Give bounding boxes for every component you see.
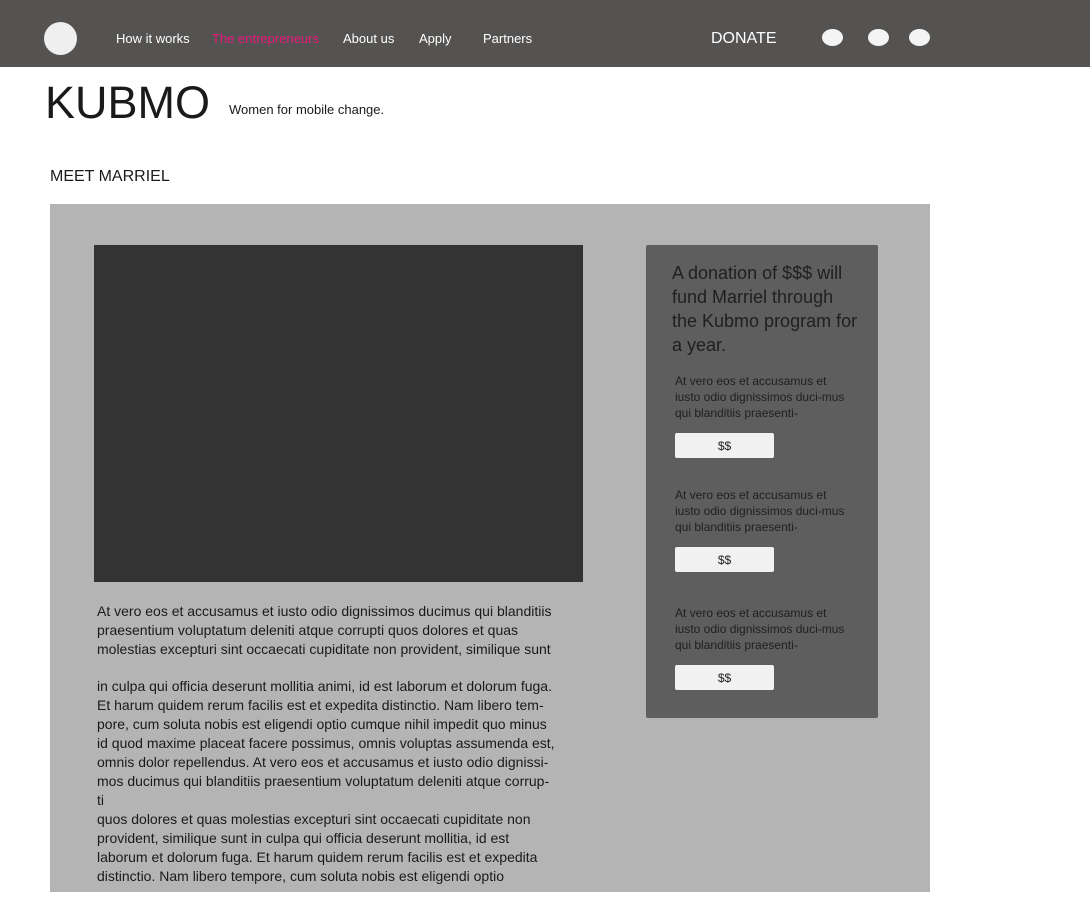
video-placeholder[interactable] [94, 245, 583, 582]
story-text: At vero eos et accusamus et iusto odio d… [97, 602, 597, 904]
social-icon-2[interactable] [868, 29, 889, 46]
donate-button[interactable]: DONATE [711, 30, 776, 48]
nav-partners[interactable]: Partners [483, 31, 532, 46]
donation-tier-button[interactable]: $$ [675, 433, 774, 458]
donation-heading: A donation of $$$ will fund Marriel thro… [672, 263, 858, 355]
story-paragraph: in culpa qui officia deserunt mollitia a… [97, 678, 555, 884]
section-title: MEET MARRIEL [50, 168, 170, 185]
nav-about-us[interactable]: About us [343, 31, 394, 46]
donation-tier-button[interactable]: $$ [675, 547, 774, 572]
top-navigation-bar: How it works The entrepreneurs About us … [0, 0, 1090, 67]
brand-tagline: Women for mobile change. [229, 102, 385, 117]
donation-box: A donation of $$$ will fund Marriel thro… [646, 245, 878, 718]
donation-tier-text: At vero eos et accusamus et iusto odio d… [675, 488, 845, 534]
nav-the-entrepreneurs[interactable]: The entrepreneurs [212, 31, 319, 46]
nav-how-it-works[interactable]: How it works [116, 31, 190, 46]
nav-apply[interactable]: Apply [419, 31, 452, 46]
profile-panel: At vero eos et accusamus et iusto odio d… [50, 204, 930, 892]
social-icon-1[interactable] [822, 29, 843, 46]
donation-tier-button[interactable]: $$ [675, 665, 774, 690]
social-icon-3[interactable] [909, 29, 930, 46]
donation-tier-text: At vero eos et accusamus et iusto odio d… [675, 606, 845, 652]
story-paragraph: At vero eos et accusamus et iusto odio d… [97, 603, 552, 657]
brand-name: KUBMO [45, 77, 211, 128]
logo-icon[interactable] [44, 22, 77, 55]
donation-tier-text: At vero eos et accusamus et iusto odio d… [675, 374, 845, 420]
